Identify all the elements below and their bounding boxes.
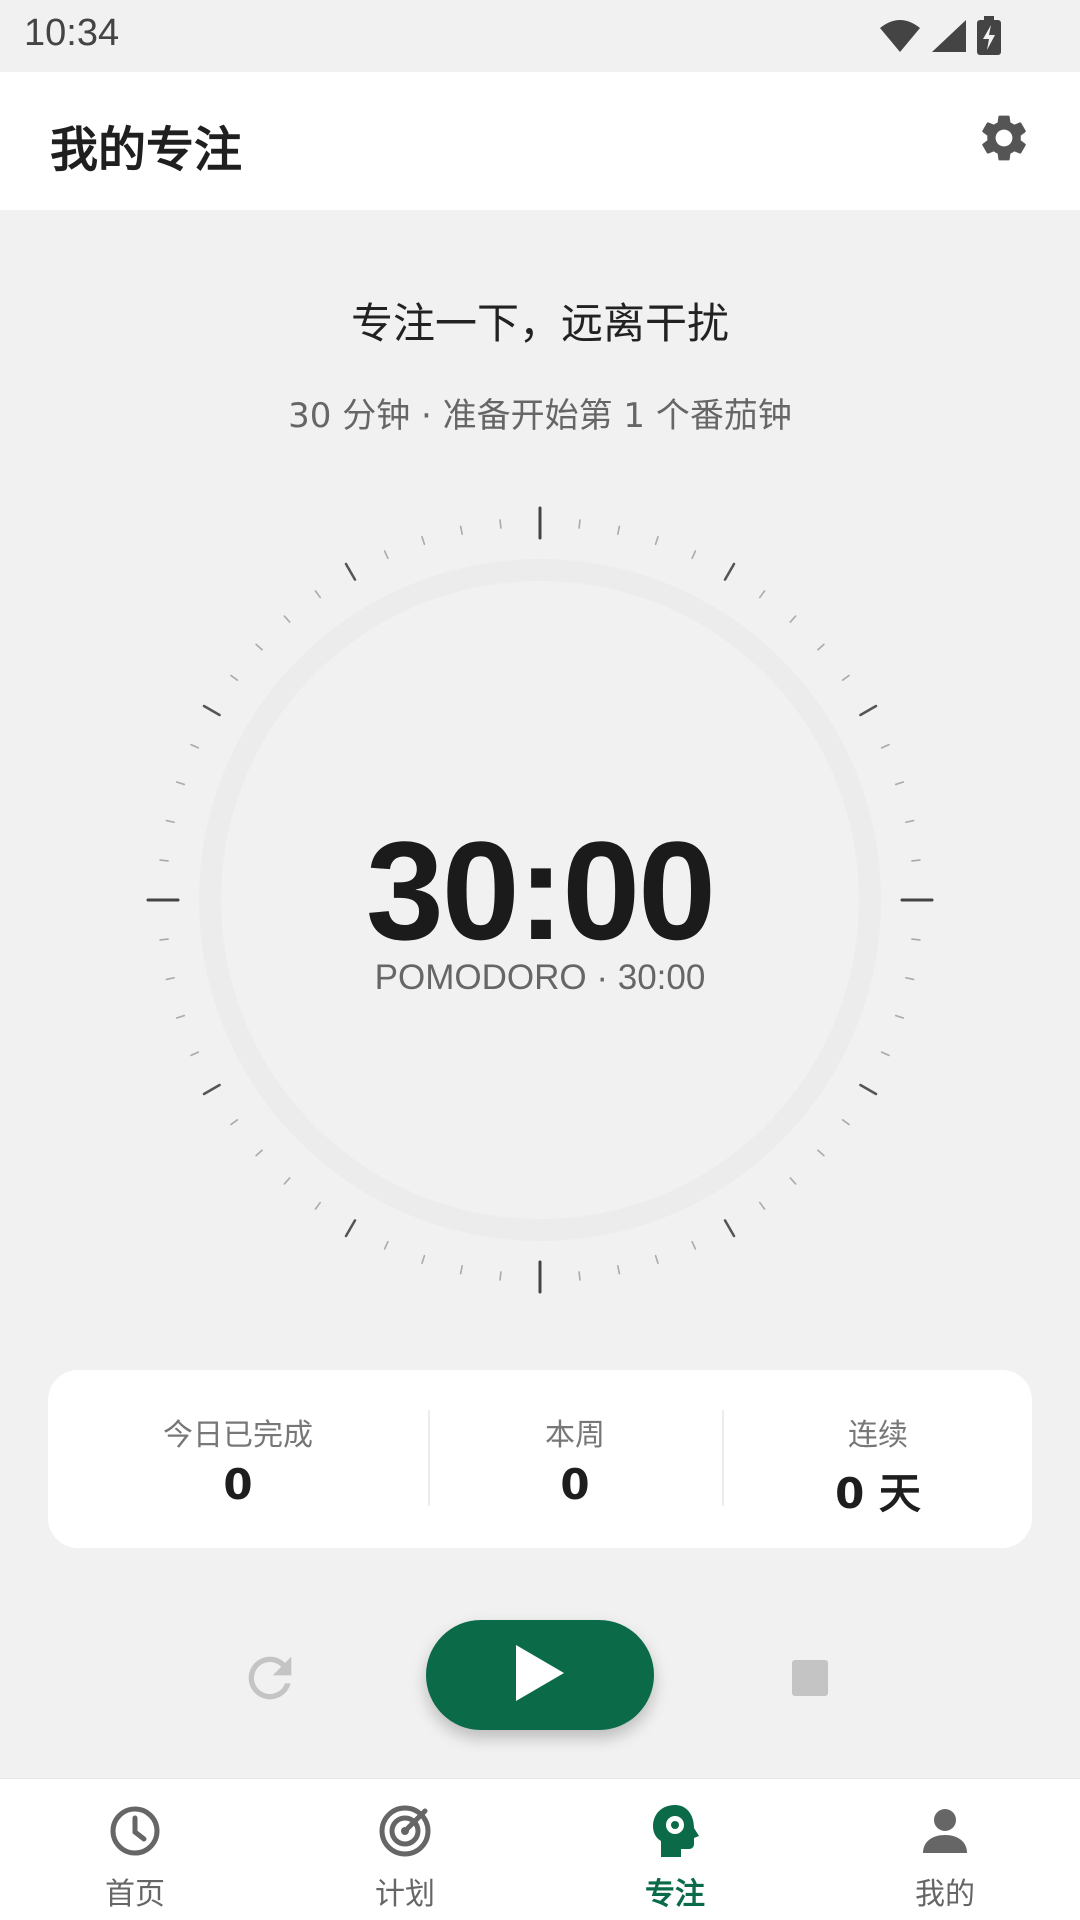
dial-tick	[759, 590, 766, 599]
stats-card: 今日已完成 0 本周 0 连续 0 天	[48, 1370, 1032, 1548]
dial-tick	[421, 1254, 426, 1265]
dial-tick	[894, 781, 905, 786]
dial-tick	[654, 1254, 659, 1265]
dial-tick	[616, 525, 621, 535]
nav-label-focus: 专注	[645, 1877, 705, 1912]
dial-tick	[841, 1119, 850, 1126]
nav-item-profile[interactable]: 我的	[810, 1779, 1080, 1920]
dial-tick	[723, 562, 736, 581]
nav-label-plan: 计划	[375, 1877, 435, 1912]
stat-today-label: 今日已完成	[163, 1418, 313, 1453]
stat-streak-value: 0 天	[835, 1469, 921, 1518]
nav-label-profile: 我的	[915, 1877, 975, 1912]
status-icons	[878, 16, 1002, 56]
app-bar: 我的专注	[0, 72, 1080, 210]
timer-display: 30:00	[365, 812, 716, 969]
nav-item-home[interactable]: 首页	[0, 1779, 270, 1920]
dial-tick	[880, 1051, 890, 1057]
dial-tick	[421, 535, 426, 546]
gear-icon	[976, 110, 1032, 170]
focus-subline: 30 分钟 · 准备开始第 1 个番茄钟	[288, 396, 792, 436]
reset-button[interactable]	[238, 1646, 302, 1710]
nav-label-home: 首页	[105, 1877, 165, 1912]
stat-week: 本周 0	[430, 1370, 720, 1548]
stop-button[interactable]	[792, 1660, 828, 1696]
dial-tick	[723, 1219, 736, 1238]
stat-streak: 连续 0 天	[724, 1370, 1032, 1548]
dial-tick	[841, 674, 850, 681]
stat-today: 今日已完成 0	[48, 1370, 428, 1548]
dial-tick	[175, 781, 186, 786]
wifi-icon	[878, 18, 922, 54]
dial-tick	[190, 1051, 200, 1057]
dial-tick	[383, 1240, 389, 1250]
dial-tick	[283, 1177, 291, 1185]
dial-tick	[202, 1083, 221, 1096]
bottom-nav: 首页 计划 专注 我的	[0, 1778, 1080, 1920]
dial-tick	[759, 1201, 766, 1210]
dial-tick	[578, 1271, 581, 1281]
signal-icon	[930, 18, 968, 54]
brain-gear-icon	[645, 1801, 705, 1861]
settings-button[interactable]	[972, 108, 1036, 172]
dial-tick	[255, 1149, 263, 1157]
timer-dial: 30:00 POMODORO · 30:00	[140, 500, 940, 1300]
dial-tick	[499, 1271, 502, 1281]
dial-tick	[459, 525, 464, 535]
battery-charging-icon	[976, 16, 1002, 56]
dial-tick	[190, 743, 200, 749]
dial-tick	[859, 1083, 878, 1096]
dial-tick	[459, 1265, 464, 1275]
dial-tick	[230, 674, 239, 681]
focus-headline: 专注一下，远离干扰	[350, 299, 729, 348]
dial-tick	[314, 1201, 321, 1210]
stat-week-label: 本周	[545, 1418, 605, 1453]
timer-mode-label: POMODORO · 30:00	[374, 958, 706, 997]
dial-tick	[344, 1219, 357, 1238]
stat-streak-label: 连续	[848, 1418, 908, 1453]
nav-item-plan[interactable]: 计划	[270, 1779, 540, 1920]
dial-tick	[499, 519, 502, 529]
play-button[interactable]	[426, 1620, 654, 1730]
dial-tick	[616, 1265, 621, 1275]
refresh-icon	[238, 1656, 302, 1714]
clock-icon	[105, 1801, 165, 1861]
dial-tick	[859, 704, 878, 717]
dial-tick	[894, 1014, 905, 1019]
dial-tick	[789, 1177, 797, 1185]
stat-week-value: 0	[560, 1460, 590, 1509]
status-bar: 10:34	[0, 0, 1080, 72]
target-icon	[375, 1801, 435, 1861]
dial-tick	[691, 550, 697, 560]
dial-tick	[691, 1240, 697, 1250]
dial-tick	[314, 590, 321, 599]
status-time: 10:34	[24, 12, 120, 54]
dial-tick	[817, 1149, 825, 1157]
dial-tick	[654, 535, 659, 546]
dial-tick	[175, 1014, 186, 1019]
dial-tick	[817, 643, 825, 651]
dial-tick	[230, 1119, 239, 1126]
page-title: 我的专注	[50, 122, 243, 178]
dial-tick	[283, 615, 291, 623]
stat-today-value: 0	[223, 1460, 253, 1509]
dial-tick	[789, 615, 797, 623]
person-icon	[915, 1801, 975, 1861]
dial-tick	[880, 743, 890, 749]
dial-tick	[255, 643, 263, 651]
dial-tick	[344, 562, 357, 581]
dial-tick	[202, 704, 221, 717]
dial-tick	[383, 550, 389, 560]
nav-item-focus[interactable]: 专注	[540, 1779, 810, 1920]
play-icon	[514, 1643, 566, 1707]
dial-tick	[578, 519, 581, 529]
